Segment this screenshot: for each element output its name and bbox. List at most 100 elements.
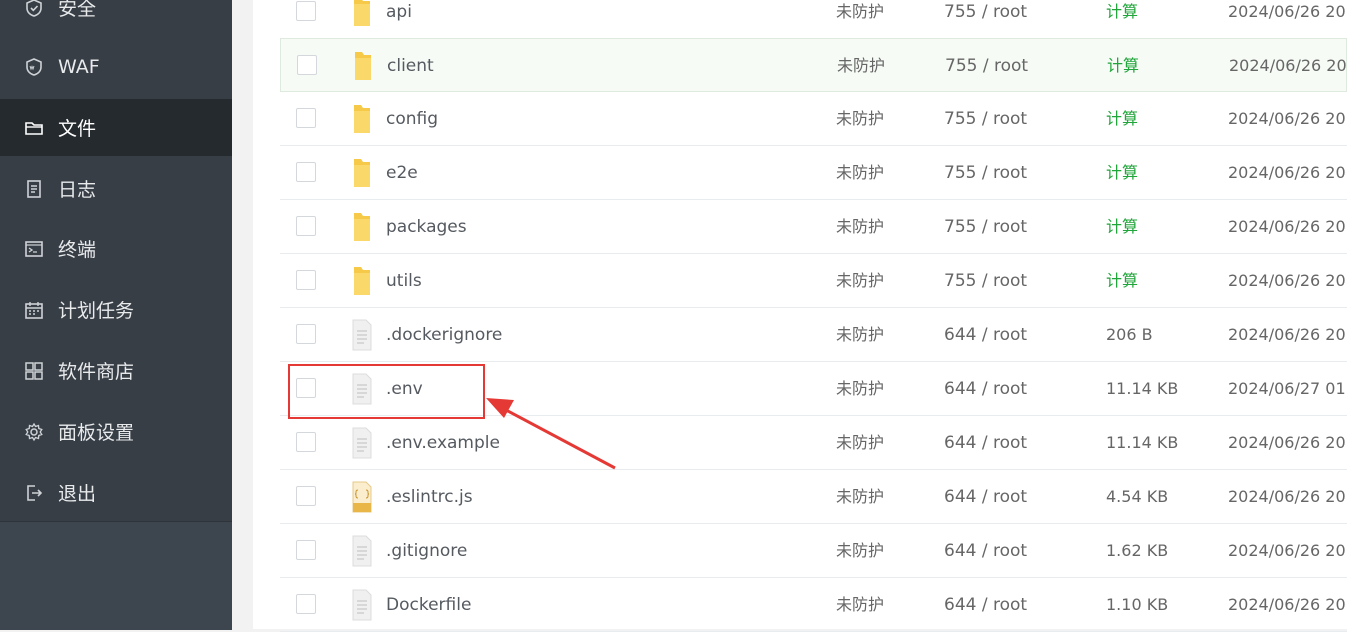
file-icon [352,319,372,351]
size-calc-link[interactable]: 计算 [1107,39,1139,93]
protect-status[interactable]: 未防护 [836,362,884,416]
sidebar-item-label: 文件 [58,118,97,140]
sidebar-item-terminal[interactable]: 终端 [0,220,232,277]
protect-status[interactable]: 未防护 [836,0,884,39]
modified-date: 2024/06/26 20:0 [1228,487,1347,506]
folder-icon [355,52,371,80]
protect-status[interactable]: 未防护 [836,578,884,632]
table-row[interactable]: Dockerfile 未防护 644 / root 1.10 KB 2024/0… [280,578,1347,632]
size-calc-link[interactable]: 计算 [1106,92,1138,146]
row-checkbox[interactable] [296,270,316,290]
row-checkbox[interactable] [297,55,317,75]
gear-icon [24,422,44,442]
sidebar-item-label: WAF [58,55,100,78]
folder-icon [354,213,370,241]
annotation-highlight-box [288,364,485,419]
permission[interactable]: 644 / root [944,416,1027,470]
sidebar: 安全 WAF 文件 日志 终端 计划任务 软件商店 面板设置 退出 [0,0,232,630]
sidebar-item-security[interactable]: 安全 [0,0,232,36]
sidebar-item-label: 计划任务 [58,300,135,322]
log-icon [24,179,44,199]
logout-icon [24,483,44,503]
size-calc-link[interactable]: 计算 [1106,0,1138,39]
row-checkbox[interactable] [296,216,316,236]
table-row[interactable]: .gitignore 未防护 644 / root 1.62 KB 2024/0… [280,524,1347,578]
protect-status[interactable]: 未防护 [836,308,884,362]
row-checkbox[interactable] [296,540,316,560]
row-checkbox[interactable] [296,486,316,506]
permission[interactable]: 755 / root [945,39,1028,93]
sidebar-item-waf[interactable]: WAF [0,38,232,95]
file-size: 11.14 KB [1106,433,1179,452]
file-name[interactable]: api [386,0,412,39]
sidebar-footer [0,521,232,630]
sidebar-item-logout[interactable]: 退出 [0,464,232,521]
row-checkbox[interactable] [296,162,316,182]
file-name[interactable]: config [386,92,438,146]
permission[interactable]: 644 / root [944,578,1027,632]
row-checkbox[interactable] [296,432,316,452]
table-row[interactable]: utils 未防护 755 / root 计算 2024/06/26 20:0 [280,254,1347,308]
file-icon [352,427,372,459]
permission[interactable]: 755 / root [944,0,1027,39]
sidebar-item-label: 面板设置 [58,422,135,444]
table-row[interactable]: .eslintrc.js 未防护 644 / root 4.54 KB 2024… [280,470,1347,524]
modified-date: 2024/06/26 20:0 [1228,271,1347,290]
sidebar-item-label: 日志 [58,179,97,201]
annotation-arrow-icon [486,398,616,470]
protect-status[interactable]: 未防护 [836,524,884,578]
permission[interactable]: 644 / root [944,362,1027,416]
permission[interactable]: 644 / root [944,308,1027,362]
row-checkbox[interactable] [296,108,316,128]
sidebar-item-cron[interactable]: 计划任务 [0,281,232,338]
table-row[interactable]: e2e 未防护 755 / root 计算 2024/06/26 20:0 [280,146,1347,200]
protect-status[interactable]: 未防护 [836,254,884,308]
table-row[interactable]: .env.example 未防护 644 / root 11.14 KB 202… [280,416,1347,470]
permission[interactable]: 755 / root [944,200,1027,254]
modified-date: 2024/06/26 20:0 [1228,217,1347,236]
file-name[interactable]: .gitignore [386,524,467,578]
file-name[interactable]: .dockerignore [386,308,502,362]
permission[interactable]: 644 / root [944,524,1027,578]
sidebar-item-store[interactable]: 软件商店 [0,342,232,399]
sidebar-item-logs[interactable]: 日志 [0,160,232,217]
permission[interactable]: 644 / root [944,470,1027,524]
file-name[interactable]: packages [386,200,467,254]
file-name[interactable]: .eslintrc.js [386,470,473,524]
table-row[interactable]: client 未防护 755 / root 计算 2024/06/26 20:0 [280,38,1347,92]
row-checkbox[interactable] [296,594,316,614]
table-row[interactable]: api 未防护 755 / root 计算 2024/06/26 20:0 [280,0,1347,39]
file-size: 11.14 KB [1106,379,1179,398]
size-calc-link[interactable]: 计算 [1106,254,1138,308]
modified-date: 2024/06/26 20:0 [1228,595,1347,614]
folder-icon [354,0,370,26]
sidebar-item-settings[interactable]: 面板设置 [0,403,232,460]
table-row[interactable]: config 未防护 755 / root 计算 2024/06/26 20:0 [280,92,1347,146]
modified-date: 2024/06/26 20:0 [1229,56,1347,75]
protect-status[interactable]: 未防护 [836,200,884,254]
modified-date: 2024/06/26 20:0 [1228,325,1347,344]
file-name[interactable]: client [387,39,434,93]
row-checkbox[interactable] [296,1,316,21]
protect-status[interactable]: 未防护 [836,92,884,146]
terminal-icon [24,239,44,259]
file-name[interactable]: Dockerfile [386,578,471,632]
file-size: 4.54 KB [1106,487,1169,506]
size-calc-link[interactable]: 计算 [1106,146,1138,200]
permission[interactable]: 755 / root [944,92,1027,146]
protect-status[interactable]: 未防护 [836,146,884,200]
permission[interactable]: 755 / root [944,146,1027,200]
table-row[interactable]: packages 未防护 755 / root 计算 2024/06/26 20… [280,200,1347,254]
protect-status[interactable]: 未防护 [836,416,884,470]
folder-icon [354,267,370,295]
sidebar-item-files[interactable]: 文件 [0,99,232,156]
table-row[interactable]: .dockerignore 未防护 644 / root 206 B 2024/… [280,308,1347,362]
file-name[interactable]: utils [386,254,422,308]
size-calc-link[interactable]: 计算 [1106,200,1138,254]
row-checkbox[interactable] [296,324,316,344]
file-size: 206 B [1106,325,1153,344]
protect-status[interactable]: 未防护 [836,470,884,524]
permission[interactable]: 755 / root [944,254,1027,308]
file-name[interactable]: e2e [386,146,418,200]
protect-status[interactable]: 未防护 [837,39,885,93]
